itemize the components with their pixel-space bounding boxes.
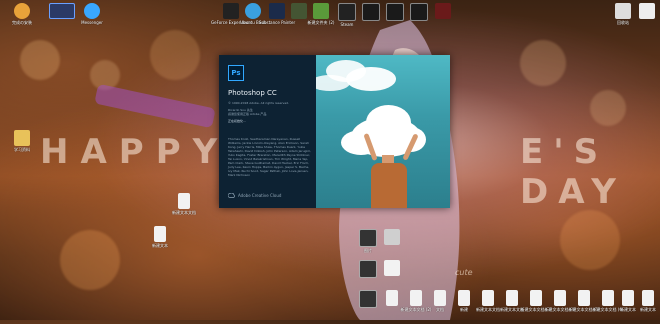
- desktop-icon[interactable]: 新建文本: [633, 290, 660, 312]
- desktop-icon[interactable]: 学习资料: [7, 130, 37, 152]
- file-icon: [639, 3, 655, 19]
- desktop-icon[interactable]: 新建文本: [145, 226, 175, 248]
- game-icon: [410, 3, 428, 21]
- app-name: Photoshop CC: [228, 89, 277, 97]
- text-file-icon: [178, 193, 190, 209]
- image-icon: [359, 290, 377, 308]
- cloud-shape: [316, 75, 350, 91]
- app-icon: [14, 3, 30, 19]
- text-file-icon: [154, 226, 166, 242]
- desktop-icon[interactable]: 完成の安装: [7, 3, 37, 25]
- text-file-icon: [578, 290, 590, 306]
- chat-icon: [84, 3, 100, 19]
- wallpaper-bokeh: [520, 40, 566, 86]
- desktop-icon[interactable]: [632, 3, 660, 20]
- footer-label: Adobe Creative Cloud: [238, 193, 282, 198]
- folder-icon: [313, 3, 329, 19]
- text-file-icon: [642, 290, 654, 306]
- app-icon: [245, 3, 261, 19]
- game-icon: [362, 3, 380, 21]
- wallpaper-bokeh: [590, 90, 626, 126]
- text-file-icon: [530, 290, 542, 306]
- wallpaper-bokeh: [150, 30, 200, 80]
- copyright-text: © 1990-2018 Adobe. All rights reserved. …: [228, 101, 310, 123]
- desktop-icon[interactable]: Messenger: [77, 3, 107, 25]
- creative-cloud-icon: [228, 193, 235, 198]
- photoshop-logo-icon: Ps: [228, 65, 244, 81]
- wallpaper-text: HAPPY: [40, 132, 230, 172]
- text-file-icon: [554, 290, 566, 306]
- text-file-icon: [482, 290, 494, 306]
- creative-cloud-footer: Adobe Creative Cloud: [228, 193, 281, 198]
- license-note: 感谢您使用正版 Adobe 产品: [228, 112, 267, 116]
- text-file-icon: [410, 290, 422, 306]
- game-icon: [386, 3, 404, 21]
- wallpaper-bokeh: [60, 230, 120, 290]
- desktop-icon[interactable]: [377, 260, 407, 277]
- person-figure: [371, 163, 407, 208]
- app-icon: [435, 3, 451, 19]
- splash-info-panel: Ps Photoshop CC © 1990-2018 Adobe. All r…: [219, 55, 316, 208]
- credits-text: Thomas Knoll, Seetharaman Narayanan, Rus…: [228, 137, 312, 177]
- geforce-icon: [223, 3, 239, 19]
- image-icon: [359, 229, 377, 247]
- game-icon: [338, 3, 356, 21]
- widget-icon: [49, 3, 75, 19]
- app-icon: [384, 229, 400, 245]
- text-file-icon: [384, 260, 400, 276]
- cloud-shape: [346, 67, 396, 91]
- wallpaper-ribbon: [94, 83, 216, 129]
- wallpaper-bokeh: [560, 210, 620, 270]
- desktop-icon[interactable]: [47, 3, 77, 20]
- splash-artwork: [316, 55, 450, 208]
- text-file-icon: [386, 290, 398, 306]
- text-file-icon: [506, 290, 518, 306]
- app-icon: [291, 3, 307, 19]
- loading-status: 正在初始化...: [228, 119, 246, 123]
- wallpaper-text: E'S DAY: [520, 132, 626, 212]
- desktop-icon[interactable]: 新建文本文档: [169, 193, 199, 215]
- text-file-icon: [434, 290, 446, 306]
- wallpaper-text: cute: [455, 268, 473, 277]
- desktop-icon[interactable]: [428, 3, 458, 20]
- text-file-icon: [458, 290, 470, 306]
- image-icon: [359, 260, 377, 278]
- recycle-bin-icon: [615, 3, 631, 19]
- copyright-line: © 1990-2018 Adobe. All rights reserved.: [228, 101, 290, 105]
- folder-icon: [14, 130, 30, 146]
- photoshop-splash-screen: Ps Photoshop CC © 1990-2018 Adobe. All r…: [219, 55, 450, 208]
- desktop-icon[interactable]: [377, 229, 407, 246]
- wallpaper-bokeh: [20, 40, 60, 80]
- app-icon: [269, 3, 285, 19]
